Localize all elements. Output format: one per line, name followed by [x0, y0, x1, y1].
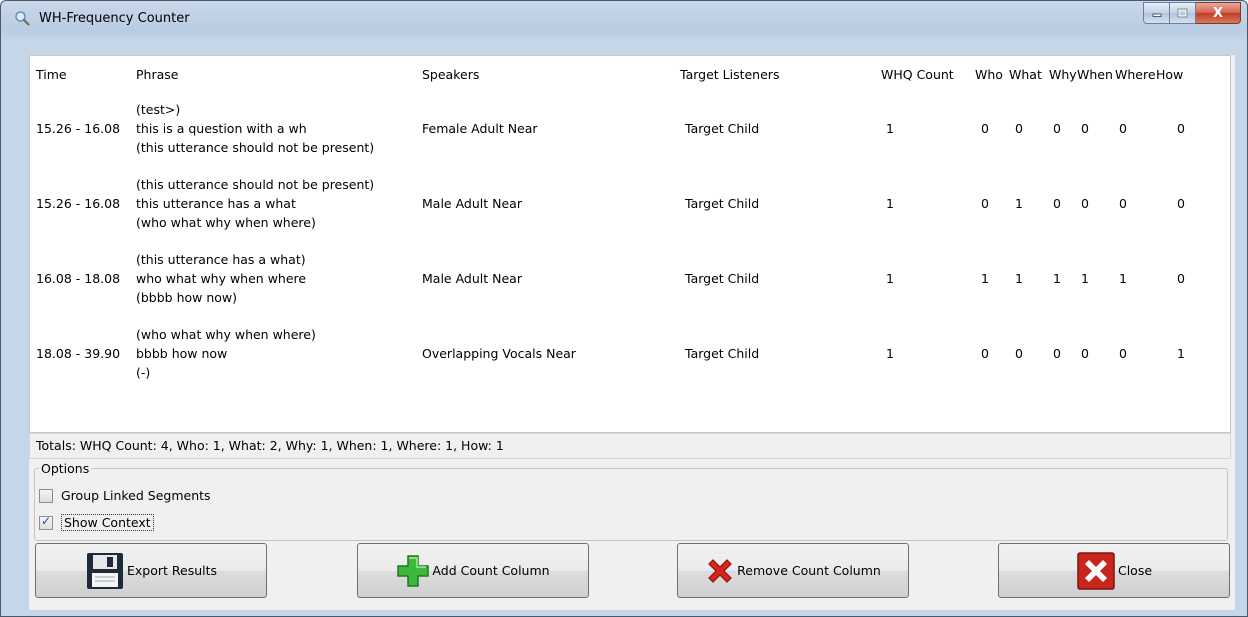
header-where[interactable]: Where [1115, 67, 1156, 87]
header-when[interactable]: When [1077, 67, 1113, 87]
cell-who: 0 [981, 121, 989, 136]
cell-how: 0 [1177, 121, 1185, 136]
green-plus-icon [396, 554, 430, 588]
cell-what: 1 [1015, 271, 1023, 286]
title-bar[interactable]: WH-Frequency Counter X [1, 1, 1247, 35]
cell-what: 1 [1015, 196, 1023, 211]
cell-time: 18.08 - 39.90 [36, 346, 121, 361]
magnifier-icon [15, 11, 30, 26]
totals-text: Totals: WHQ Count: 4, Who: 1, What: 2, W… [36, 438, 504, 453]
cell-when: 0 [1081, 196, 1089, 211]
results-grid[interactable]: Time Phrase Speakers Target Listeners WH… [29, 55, 1231, 433]
totals-bar: Totals: WHQ Count: 4, Who: 1, What: 2, W… [29, 433, 1231, 459]
header-what[interactable]: What [1009, 67, 1042, 87]
cell-listeners: Target Child [685, 121, 760, 136]
header-whq-count[interactable]: WHQ Count [881, 67, 954, 87]
header-phrase[interactable]: Phrase [136, 67, 178, 87]
cell-time: 16.08 - 18.08 [36, 271, 121, 286]
client-area: Time Phrase Speakers Target Listeners WH… [29, 55, 1235, 610]
export-results-button[interactable]: Export Results [35, 543, 267, 598]
app-window: WH-Frequency Counter X Time Phrase Speak… [0, 0, 1248, 617]
cell-whq: 1 [886, 271, 894, 286]
cell-why: 1 [1053, 271, 1061, 286]
cell-whq: 1 [886, 121, 894, 136]
close-label: Close [1117, 563, 1153, 578]
cell-whq: 1 [886, 346, 894, 361]
cell-why: 0 [1053, 346, 1061, 361]
cell-how: 0 [1177, 271, 1185, 286]
cell-what: 0 [1015, 346, 1023, 361]
cell-listeners: Target Child [685, 271, 760, 286]
maximize-button[interactable] [1170, 2, 1196, 24]
cell-who: 0 [981, 196, 989, 211]
close-button[interactable]: Close [998, 543, 1230, 598]
cell-phrase: (this utterance has a what) who what why … [136, 252, 307, 305]
cell-phrase: (this utterance should not be present) th… [136, 177, 375, 230]
cell-time: 15.26 - 16.08 [36, 196, 121, 211]
add-count-column-button[interactable]: Add Count Column [357, 543, 589, 598]
cell-where: 0 [1119, 121, 1127, 136]
cell-listeners: Target Child [685, 196, 760, 211]
export-results-label: Export Results [126, 563, 218, 578]
header-time[interactable]: Time [36, 67, 67, 87]
header-who[interactable]: Who [975, 67, 1003, 87]
cell-where: 1 [1119, 271, 1127, 286]
cell-why: 0 [1053, 121, 1061, 136]
red-x-icon [705, 556, 735, 586]
window-title: WH-Frequency Counter [39, 11, 190, 26]
cell-when: 0 [1081, 346, 1089, 361]
group-linked-segments-label: Group Linked Segments [61, 488, 211, 503]
cell-how: 0 [1177, 196, 1185, 211]
add-count-column-label: Add Count Column [432, 563, 550, 578]
cell-speakers: Male Adult Near [422, 196, 522, 211]
checkbox-box[interactable] [39, 488, 53, 503]
cell-speakers: Male Adult Near [422, 271, 522, 286]
show-context-label: Show Context [61, 514, 154, 531]
cell-why: 0 [1053, 196, 1061, 211]
cell-whq: 1 [886, 196, 894, 211]
cell-speakers: Female Adult Near [422, 121, 538, 136]
cell-where: 0 [1119, 196, 1127, 211]
cell-phrase: (who what why when where) bbbb how now (-) [136, 327, 316, 380]
header-why[interactable]: Why [1049, 67, 1077, 87]
maximize-icon [1177, 8, 1188, 18]
header-how[interactable]: How [1156, 67, 1183, 87]
remove-count-column-label: Remove Count Column [737, 563, 881, 578]
cell-what: 0 [1015, 121, 1023, 136]
cell-speakers: Overlapping Vocals Near [422, 346, 576, 361]
options-group [34, 468, 1228, 541]
cell-when: 0 [1081, 121, 1089, 136]
window-controls: X [1143, 2, 1241, 24]
header-speakers[interactable]: Speakers [422, 67, 479, 87]
cell-where: 0 [1119, 346, 1127, 361]
header-target-listeners[interactable]: Target Listeners [680, 67, 779, 87]
remove-count-column-button[interactable]: Remove Count Column [677, 543, 909, 598]
close-window-button[interactable]: X [1196, 2, 1241, 24]
minimize-icon [1152, 13, 1161, 17]
cell-phrase: (test>) this is a question with a wh (this… [136, 102, 375, 155]
cell-time: 15.26 - 16.08 [36, 121, 121, 136]
close-x-icon: X [1212, 5, 1224, 21]
floppy-disk-icon [85, 551, 125, 591]
close-box-icon [1076, 551, 1116, 591]
show-context-checkbox[interactable]: Show Context [39, 514, 154, 531]
checkbox-box-checked[interactable] [39, 514, 53, 530]
minimize-button[interactable] [1143, 2, 1170, 24]
cell-listeners: Target Child [685, 346, 760, 361]
cell-when: 1 [1081, 271, 1089, 286]
group-linked-segments-checkbox[interactable]: Group Linked Segments [39, 488, 211, 503]
cell-how: 1 [1177, 346, 1185, 361]
cell-who: 1 [981, 271, 989, 286]
cell-who: 0 [981, 346, 989, 361]
options-legend: Options [39, 461, 92, 476]
